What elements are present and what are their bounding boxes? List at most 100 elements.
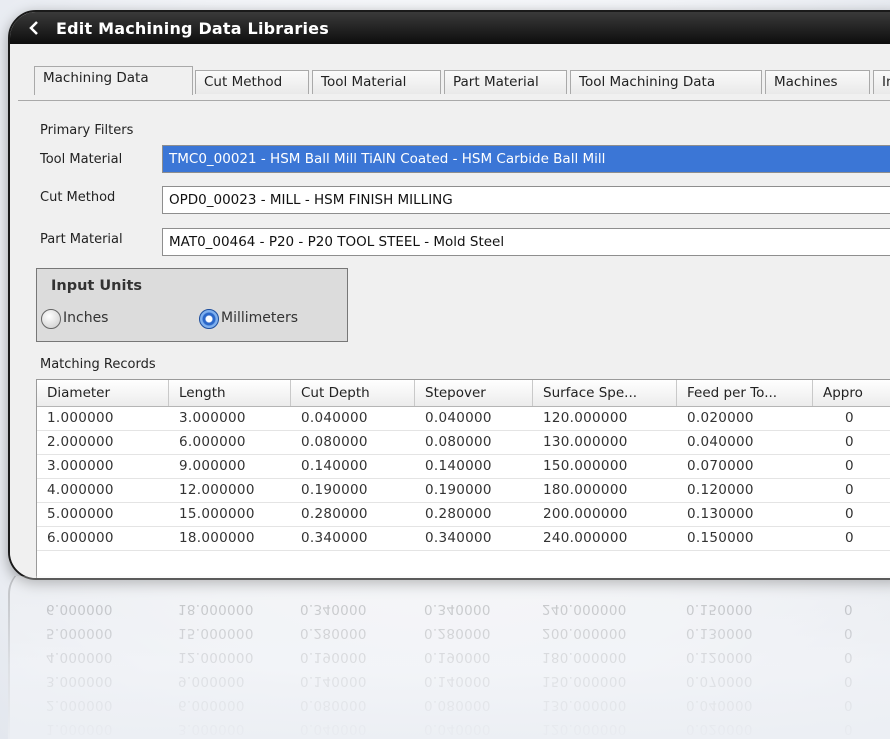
column-header[interactable]: Diameter [37,380,169,406]
tab-tool-material[interactable]: Tool Material [312,70,441,94]
table-cell: 180.000000 [543,482,628,498]
reflection-cell: 2.000000 [46,697,113,713]
table-cell: 12.000000 [179,482,255,498]
table-cell: 0.140000 [301,458,368,474]
tab-divider [18,100,890,101]
table-cell: 0 [845,410,854,426]
table-cell: 200.000000 [543,506,628,522]
tab-part-material[interactable]: Part Material [444,70,567,94]
reflection-row: 1.000000 3.000000 0.040000 0.040000 120.0000… [36,717,890,739]
reflection-cell: 0.070000 [686,673,753,689]
reflection-cell: 0.280000 [300,625,367,641]
input-units-group: Input Units Inches Millimeters [36,268,348,342]
table-cell: 0.340000 [301,530,368,546]
column-header[interactable]: Length [169,380,291,406]
table-row[interactable]: 1.000000 3.000000 0.040000 0.040000 120.0000… [37,407,890,431]
window-reflection: 1.000000 3.000000 0.040000 0.040000 120.0000… [8,576,890,739]
table-cell: 15.000000 [179,506,255,522]
table-row[interactable]: 3.000000 9.000000 0.140000 0.140000 150.0000… [37,455,890,479]
table-row[interactable]: 4.000000 12.000000 0.190000 0.190000 180.000… [37,479,890,503]
tool-material-field[interactable]: TMC0_00021 - HSM Ball Mill TiAlN Coated … [162,145,890,173]
radio-selected-icon[interactable] [199,309,219,329]
table-cell: 0.040000 [687,434,754,450]
column-header[interactable]: Surface Spe... [533,380,677,406]
table-cell: 0.080000 [301,434,368,450]
matching-records-heading: Matching Records [40,357,156,372]
column-header[interactable]: Feed per To... [677,380,813,406]
table-cell: 3.000000 [179,410,246,426]
table-cell: 0.340000 [425,530,492,546]
reflection-cell: 0.040000 [424,721,491,737]
cut-method-field[interactable]: OPD0_00023 - MILL - HSM FINISH MILLING [162,186,890,214]
reflection-cell: 180.000000 [542,649,627,665]
tab-tool-machining-data[interactable]: Tool Machining Data [570,70,762,94]
table-header: Diameter Length Cut Depth Stepover Surface S… [37,380,890,407]
reflection-cell: 0 [844,649,853,665]
reflection-cell: 15.000000 [178,625,254,641]
table-cell: 0.040000 [301,410,368,426]
part-material-label: Part Material [40,232,123,247]
reflection-cell: 0 [844,601,853,617]
table-cell: 9.000000 [179,458,246,474]
column-header[interactable]: Stepover [415,380,533,406]
table-row[interactable]: 6.000000 18.000000 0.340000 0.340000 240.000… [37,527,890,551]
reflection-cell: 9.000000 [178,673,245,689]
reflection-cell: 3.000000 [46,673,113,689]
window-title: Edit Machining Data Libraries [56,19,329,38]
table-row[interactable]: 5.000000 15.000000 0.280000 0.280000 200.000… [37,503,890,527]
table-cell: 0 [845,434,854,450]
reflection-fade [8,576,890,739]
tab-cut-method[interactable]: Cut Method [195,70,309,94]
tab-machining-data[interactable]: Machining Data [34,66,193,95]
dialog-content: Machining Data Cut Method Tool Material … [10,44,890,578]
reflection-cell: 150.000000 [542,673,627,689]
reflection-cell: 200.000000 [542,625,627,641]
table-cell: 0.190000 [425,482,492,498]
table-cell: 2.000000 [47,434,114,450]
table-cell: 0.120000 [687,482,754,498]
reflection-cell: 120.000000 [542,721,627,737]
part-material-field[interactable]: MAT0_00464 - P20 - P20 TOOL STEEL - Mold… [162,228,890,256]
column-header[interactable]: Cut Depth [291,380,415,406]
reflection-cell: 6.000000 [178,697,245,713]
back-arrow-icon[interactable] [28,20,40,36]
title-bar[interactable]: Edit Machining Data Libraries [10,12,890,44]
column-header[interactable]: Appro [813,380,890,406]
reflection-row: 6.000000 18.000000 0.340000 0.340000 240.000… [36,597,890,620]
input-units-heading: Input Units [51,278,143,294]
reflection-row: 4.000000 12.000000 0.190000 0.190000 180.000… [36,645,890,668]
table-cell: 0 [845,530,854,546]
reflection-cell: 18.000000 [178,601,254,617]
reflection-cell: 0.120000 [686,649,753,665]
table-cell: 3.000000 [47,458,114,474]
primary-filters-heading: Primary Filters [40,123,134,138]
tool-material-label: Tool Material [40,152,123,167]
tab-machines[interactable]: Machines [765,70,870,94]
table-cell: 0.280000 [301,506,368,522]
table-cell: 6.000000 [47,530,114,546]
reflection-cell: 4.000000 [46,649,113,665]
reflection-cell: 0.340000 [300,601,367,617]
reflection-cell: 6.000000 [46,601,113,617]
table-cell: 0.140000 [425,458,492,474]
dialog-window: Edit Machining Data Libraries Machining … [8,10,890,580]
records-table[interactable]: Diameter Length Cut Depth Stepover Surface S… [36,379,890,578]
tab-in[interactable]: In [873,70,890,94]
reflection-cell: 0.080000 [300,697,367,713]
table-cell: 0.130000 [687,506,754,522]
table-cell: 120.000000 [543,410,628,426]
reflection-cell: 240.000000 [542,601,627,617]
table-cell: 0 [845,458,854,474]
table-cell: 5.000000 [47,506,114,522]
reflection-row: 5.000000 15.000000 0.280000 0.280000 200.000… [36,621,890,644]
radio-icon[interactable] [41,309,61,329]
table-cell: 240.000000 [543,530,628,546]
reflection-cell: 0.150000 [686,601,753,617]
table-cell: 130.000000 [543,434,628,450]
table-row[interactable]: 2.000000 6.000000 0.080000 0.080000 130.0000… [37,431,890,455]
reflection-cell: 1.000000 [46,721,113,737]
table-cell: 4.000000 [47,482,114,498]
reflection-cell: 0 [844,721,853,737]
reflection-cell: 0.020000 [686,721,753,737]
inches-label: Inches [63,310,109,326]
